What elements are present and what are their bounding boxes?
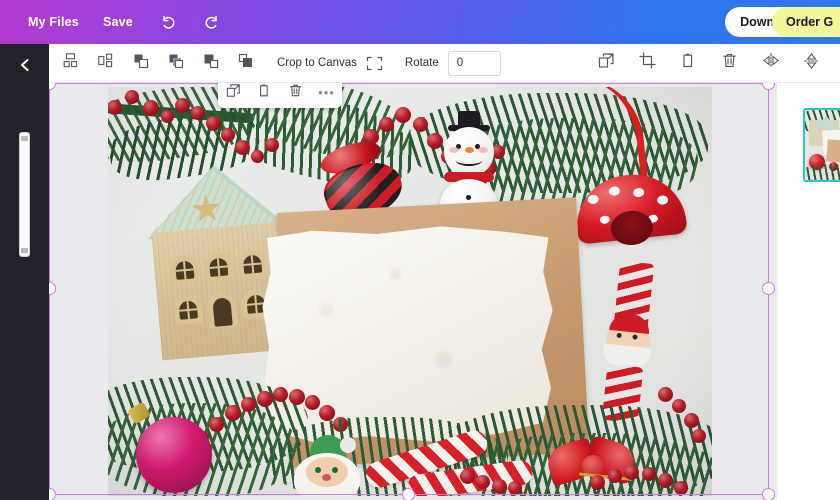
flip-horizontal-icon bbox=[762, 52, 780, 74]
photo-vignette bbox=[108, 87, 712, 496]
align-vertical-button[interactable] bbox=[58, 51, 83, 76]
undo-button[interactable] bbox=[151, 7, 187, 37]
bring-to-front-button[interactable] bbox=[163, 51, 188, 76]
more-options-icon: ••• bbox=[318, 85, 335, 100]
crop-to-canvas-button[interactable] bbox=[366, 56, 383, 71]
copy-button[interactable] bbox=[676, 51, 701, 76]
send-to-back-button[interactable] bbox=[233, 51, 258, 76]
align-horizontal-icon bbox=[97, 52, 114, 74]
undo-icon bbox=[159, 12, 179, 32]
flip-vertical-button[interactable] bbox=[799, 51, 824, 76]
context-duplicate-button[interactable] bbox=[223, 83, 245, 104]
my-files-button[interactable]: My Files bbox=[16, 9, 91, 35]
duplicate-icon bbox=[598, 52, 615, 74]
page-thumbnail[interactable] bbox=[803, 108, 840, 182]
context-more-button[interactable]: ••• bbox=[316, 83, 338, 104]
crop-to-canvas-label: Crop to Canvas bbox=[277, 57, 357, 69]
flip-vertical-icon bbox=[803, 52, 820, 75]
delete-button[interactable] bbox=[717, 51, 742, 76]
save-button[interactable]: Save bbox=[91, 9, 145, 35]
crop-button[interactable] bbox=[635, 51, 660, 76]
order-button[interactable]: Order G bbox=[772, 7, 840, 37]
app-header: My Files Save Download Order G bbox=[0, 0, 840, 44]
duplicate-button[interactable] bbox=[594, 51, 619, 76]
trash-icon bbox=[721, 52, 738, 74]
redo-button[interactable] bbox=[193, 7, 229, 37]
redo-icon bbox=[201, 12, 221, 32]
chevron-left-icon bbox=[17, 57, 33, 78]
send-backward-button[interactable] bbox=[198, 51, 223, 76]
rotate-input[interactable] bbox=[447, 50, 501, 76]
bring-forward-icon bbox=[132, 52, 150, 75]
bring-forward-button[interactable] bbox=[128, 51, 153, 76]
zoom-slider[interactable] bbox=[19, 132, 30, 257]
align-vertical-icon bbox=[62, 52, 79, 74]
flip-horizontal-button[interactable] bbox=[758, 51, 783, 76]
zoom-slider-handle-top[interactable] bbox=[21, 136, 28, 141]
object-context-toolbar: ••• bbox=[218, 83, 342, 108]
toolbar-right-group bbox=[586, 51, 840, 76]
object-toolbar: Crop to Canvas Rotate bbox=[49, 44, 840, 83]
crop-frame-icon bbox=[366, 56, 383, 75]
context-delete-button[interactable] bbox=[285, 83, 307, 104]
left-sidebar bbox=[0, 44, 49, 500]
header-left-group: My Files Save bbox=[0, 7, 229, 37]
image-editor-app: My Files Save Download Order G Crop to C… bbox=[0, 0, 840, 500]
rotate-label: Rotate bbox=[404, 57, 439, 69]
bring-to-front-icon bbox=[167, 52, 185, 75]
copy-icon bbox=[257, 83, 272, 103]
copy-icon bbox=[680, 52, 697, 74]
zoom-slider-handle-bottom[interactable] bbox=[21, 248, 28, 253]
selected-image-object[interactable] bbox=[108, 87, 712, 496]
header-right-group: Download File Order G bbox=[725, 0, 840, 44]
duplicate-icon bbox=[226, 83, 241, 103]
context-copy-button[interactable] bbox=[254, 83, 276, 104]
sidebar-collapse-button[interactable] bbox=[14, 56, 36, 78]
trash-icon bbox=[288, 83, 303, 103]
page-thumbnail-rail bbox=[777, 83, 840, 500]
align-horizontal-button[interactable] bbox=[93, 51, 118, 76]
send-to-back-icon bbox=[237, 52, 255, 75]
canvas-workspace[interactable]: ••• bbox=[49, 83, 840, 500]
crop-icon bbox=[639, 52, 656, 74]
send-backward-icon bbox=[202, 52, 220, 75]
